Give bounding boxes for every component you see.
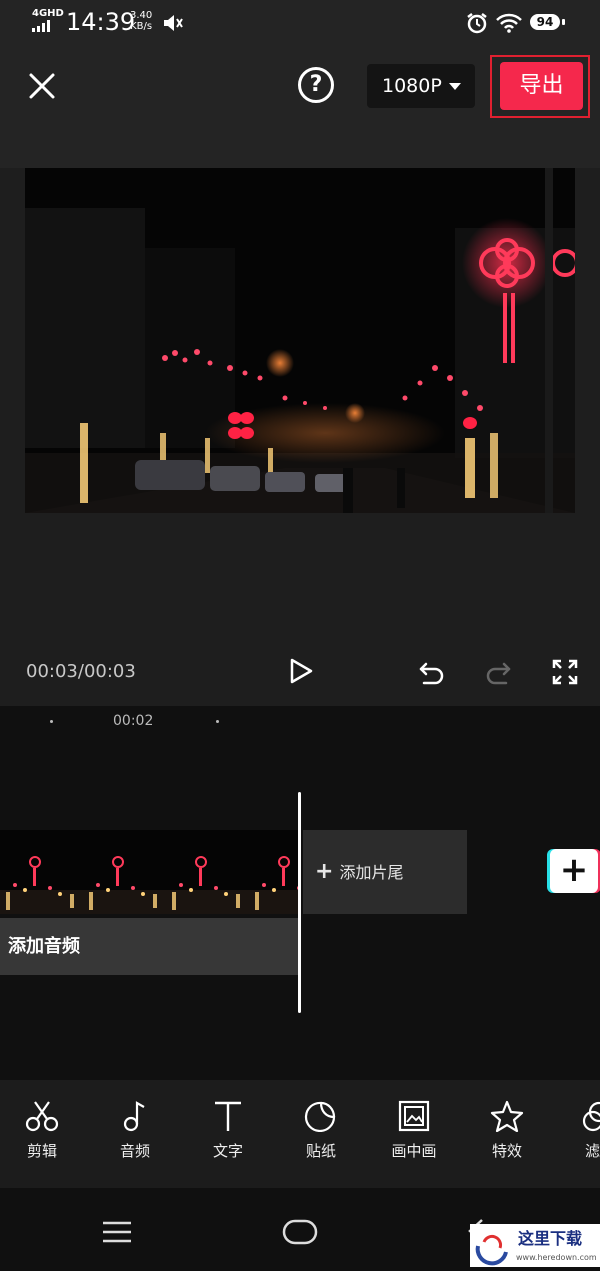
home-icon[interactable] [282, 1218, 318, 1246]
tool-label: 画中画 [391, 1142, 437, 1160]
status-time: 14:39 [66, 8, 136, 36]
tool-edit[interactable]: 剪辑 [2, 1100, 82, 1161]
picture-in-picture-icon [398, 1100, 430, 1132]
tool-label: 音频 [119, 1142, 150, 1160]
tool-label: 滤 [585, 1142, 600, 1160]
volume-icon [164, 15, 183, 31]
export-button[interactable]: 导出 [500, 62, 583, 110]
add-ending-button[interactable]: + 添加片尾 [303, 830, 467, 914]
tool-label: 特效 [491, 1142, 522, 1160]
plus-icon: + [315, 859, 334, 884]
watermark-url: www.heredown.com [516, 1253, 597, 1262]
playhead[interactable] [298, 792, 301, 1013]
filter-icon [582, 1101, 600, 1132]
resolution-value: 1080P [382, 75, 442, 97]
dropdown-arrow-icon [449, 83, 461, 90]
text-icon [215, 1101, 241, 1131]
resolution-dropdown[interactable]: 1080P [367, 64, 475, 108]
time-code: 00:03/00:03 [26, 661, 136, 682]
tool-pip[interactable]: 画中画 [374, 1100, 454, 1161]
watermark-text: 这里下载 [518, 1229, 582, 1248]
ruler-label: 00:02 [113, 713, 154, 729]
sticker-icon [304, 1101, 336, 1132]
close-icon[interactable] [22, 66, 62, 106]
fullscreen-icon[interactable] [552, 659, 578, 685]
tool-filter[interactable]: 滤 [560, 1100, 600, 1161]
signal-icon [32, 20, 50, 32]
tool-label: 剪辑 [26, 1142, 57, 1160]
watermark-graphic: 这里下载 www.heredown.com [475, 1229, 597, 1266]
battery-tip [562, 19, 565, 25]
add-ending-label: 添加片尾 [339, 863, 404, 882]
video-preview[interactable] [25, 168, 575, 513]
add-audio-track[interactable]: 添加音频 [0, 918, 298, 975]
tool-label: 文字 [212, 1142, 243, 1160]
watermark-logo: 这里下载 www.heredown.com [470, 1224, 600, 1267]
scissors-icon [25, 1101, 59, 1132]
speed-unit: KB/s [130, 21, 153, 32]
redo-icon[interactable] [484, 658, 512, 686]
tool-effects[interactable]: 特效 [467, 1100, 547, 1161]
menu-icon[interactable] [101, 1220, 133, 1244]
help-button[interactable]: ? [298, 67, 334, 103]
night-street-image [25, 168, 575, 513]
tool-audio[interactable]: 音频 [95, 1100, 175, 1161]
tool-text[interactable]: 文字 [188, 1100, 268, 1161]
network-speed: 3.40 KB/s [130, 10, 152, 32]
video-clip[interactable] [0, 830, 300, 914]
ruler-tick [216, 720, 219, 723]
alarm-icon [467, 13, 487, 34]
tool-sticker[interactable]: 贴纸 [281, 1100, 361, 1161]
add-clip-button[interactable]: + [550, 849, 598, 893]
clip-thumbnails [0, 830, 300, 914]
wifi-icon [496, 13, 522, 33]
status-bar: 4GHD 14:39 3.40 KB/s 94 [0, 0, 600, 44]
speed-value: 3.40 [130, 10, 153, 21]
music-note-icon [123, 1101, 145, 1132]
network-type: 4GHD [32, 8, 64, 19]
play-icon[interactable] [287, 657, 315, 685]
ruler-tick [50, 720, 53, 723]
battery-indicator: 94 [530, 14, 560, 30]
undo-icon[interactable] [418, 658, 446, 686]
tool-label: 贴纸 [305, 1142, 336, 1160]
star-effect-icon [490, 1100, 524, 1132]
